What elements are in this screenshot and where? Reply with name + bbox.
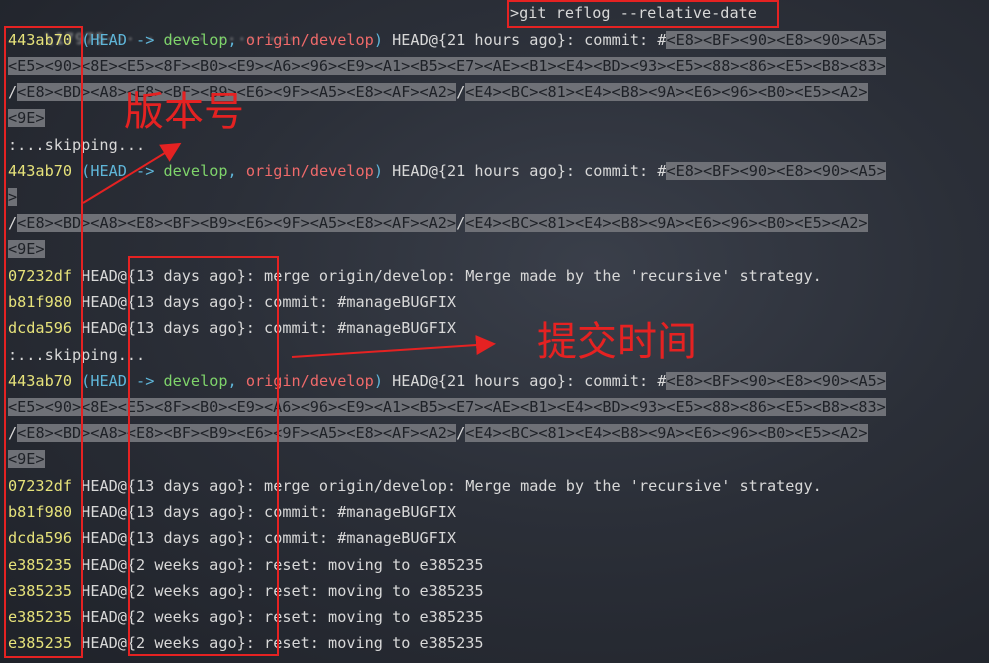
- version-arrow: [82, 142, 182, 204]
- time-arrow: [291, 335, 496, 358]
- annotation-arrows: [82, 142, 496, 358]
